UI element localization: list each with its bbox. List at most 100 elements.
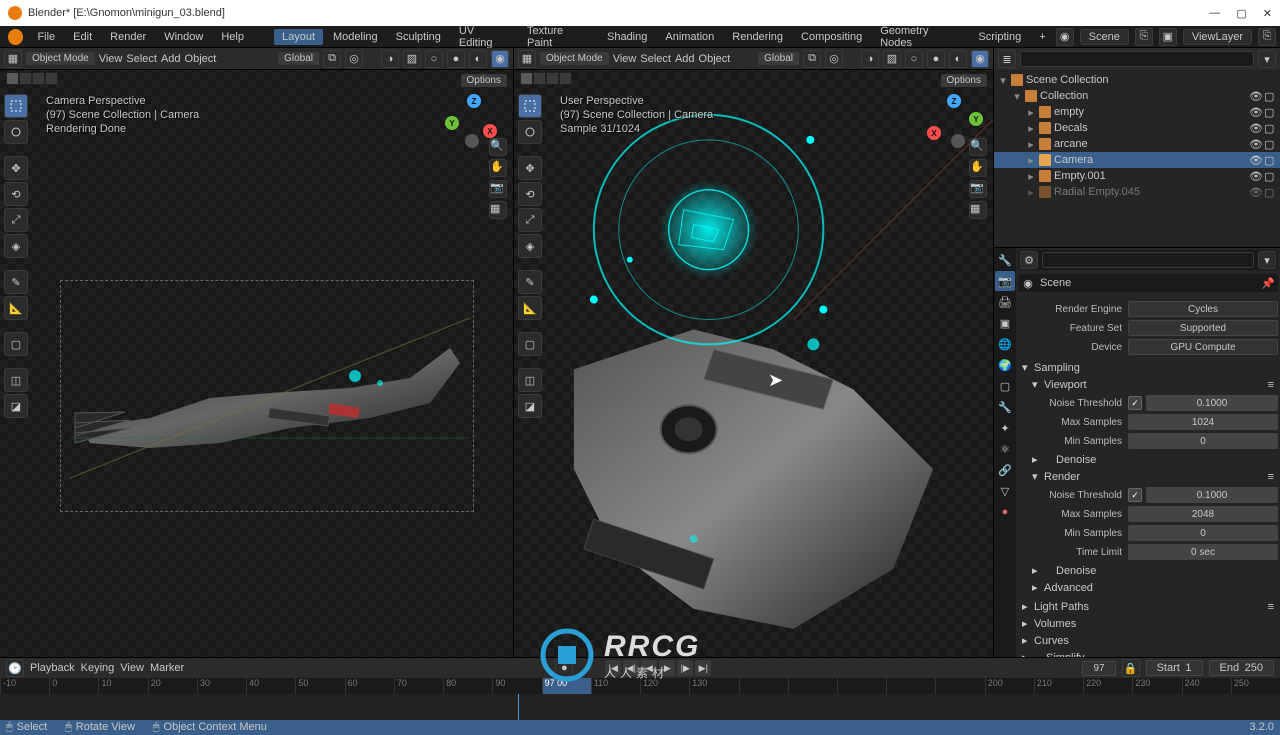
tool-annotate-r[interactable]: ✎ (518, 270, 542, 294)
mode-dropdown[interactable]: Object Mode (26, 52, 95, 65)
pin-icon[interactable]: 📌 (1260, 277, 1276, 290)
tool-scale[interactable]: ⤢ (4, 208, 28, 232)
tool-annotate[interactable]: ✎ (4, 270, 28, 294)
tab-particles[interactable]: ✦ (995, 418, 1015, 438)
timeline-tick[interactable]: 80 (443, 678, 492, 694)
tab-object[interactable]: ▢ (995, 376, 1015, 396)
timeline-tick[interactable]: 40 (246, 678, 295, 694)
timeline-tick[interactable]: 210 (1034, 678, 1083, 694)
xray-icon[interactable]: ▨ (403, 50, 421, 68)
tool-add-cube-r[interactable]: ▢ (518, 332, 542, 356)
preset-icon-lp[interactable]: ≡ (1268, 601, 1274, 613)
tab-physics[interactable]: ⚛ (995, 439, 1015, 459)
tab-render[interactable]: 📷 (995, 271, 1015, 291)
current-frame[interactable]: 97 (1082, 661, 1115, 676)
r-noise-value[interactable]: 0.1000 (1146, 487, 1278, 503)
add-workspace-button[interactable]: + (1031, 29, 1053, 45)
tool-extra2-r[interactable]: ◪ (518, 394, 542, 418)
tool-rotate-r[interactable]: ⟲ (518, 182, 542, 206)
tl-view[interactable]: View (120, 662, 144, 674)
section-vp-denoise[interactable]: ▸Denoise (1018, 451, 1278, 468)
menu-help[interactable]: Help (213, 29, 252, 45)
outliner-root[interactable]: ▾ Scene Collection (994, 72, 1280, 88)
tool-select-box-r[interactable] (518, 94, 542, 118)
tab-data[interactable]: ▽ (995, 481, 1015, 501)
vp-max-value[interactable]: 1024 (1128, 414, 1278, 430)
snap-icon[interactable]: ⧉ (323, 50, 341, 68)
timeline-tick[interactable] (739, 678, 788, 694)
outliner-search[interactable] (1020, 51, 1254, 67)
tab-tool[interactable]: 🔧 (995, 250, 1015, 270)
workspace-shading[interactable]: Shading (599, 29, 655, 45)
workspace-texture-paint[interactable]: Texture Paint (519, 23, 597, 51)
section-sampling[interactable]: ▾Sampling (1018, 359, 1278, 376)
timeline-tick[interactable]: 60 (345, 678, 394, 694)
r-max-value[interactable]: 2048 (1128, 506, 1278, 522)
filter-icon[interactable]: ▾ (1258, 50, 1276, 68)
outliner-item[interactable]: ▸arcane👁▢ (994, 136, 1280, 152)
menu-file[interactable]: File (29, 29, 63, 45)
mode-dropdown-r[interactable]: Object Mode (540, 52, 609, 65)
timeline-tick[interactable] (788, 678, 837, 694)
editor-type-icon[interactable]: ▦ (4, 50, 22, 68)
tool-extra2[interactable]: ◪ (4, 394, 28, 418)
timeline-tick[interactable]: 220 (1083, 678, 1132, 694)
tool-move[interactable]: ✥ (4, 156, 28, 180)
shading-solid-icon-r[interactable]: ● (927, 50, 945, 68)
options-dropdown-l[interactable]: Options (461, 74, 507, 87)
tab-modifiers[interactable]: 🔧 (995, 397, 1015, 417)
vh-select-r[interactable]: Select (640, 53, 671, 65)
section-volumes[interactable]: ▸Volumes (1018, 615, 1278, 632)
viewlayer-selector[interactable]: ViewLayer (1183, 29, 1252, 45)
r-noise-checkbox[interactable] (1128, 488, 1142, 502)
workspace-geometry-nodes[interactable]: Geometry Nodes (872, 23, 968, 51)
persp-toggle-icon[interactable]: ▦ (489, 201, 507, 219)
vh-select[interactable]: Select (126, 53, 157, 65)
preset-icon-r[interactable]: ≡ (1268, 471, 1274, 483)
timeline-tick[interactable]: 70 (394, 678, 443, 694)
vp-noise-value[interactable]: 0.1000 (1146, 395, 1278, 411)
maximize-icon[interactable]: ▢ (1236, 7, 1246, 20)
xray-icon-r[interactable]: ▨ (883, 50, 901, 68)
vp-min-value[interactable]: 0 (1128, 433, 1278, 449)
proportional-icon-r[interactable]: ◎ (825, 50, 843, 68)
overlays-icon-r[interactable]: ◑ (861, 50, 879, 68)
menu-edit[interactable]: Edit (65, 29, 100, 45)
workspace-animation[interactable]: Animation (657, 29, 722, 45)
prop-options-icon[interactable]: ▾ (1258, 251, 1276, 269)
zoom-icon[interactable]: 🔍 (489, 138, 507, 156)
section-simplify[interactable]: ▸Simplify (1018, 649, 1278, 657)
time-limit-value[interactable]: 0 sec (1128, 544, 1278, 560)
tab-world[interactable]: 🌍 (995, 355, 1015, 375)
timeline-tick[interactable] (935, 678, 984, 694)
outliner-item[interactable]: ▸Camera👁▢ (994, 152, 1280, 168)
vh-object-r[interactable]: Object (699, 53, 731, 65)
section-viewport[interactable]: ▾Viewport≡ (1018, 376, 1278, 393)
outliner-item[interactable]: ▸Radial Empty.045👁▢ (994, 184, 1280, 200)
shading-matprev-icon-r[interactable]: ◐ (949, 50, 967, 68)
workspace-compositing[interactable]: Compositing (793, 29, 870, 45)
tab-output[interactable]: 🖨 (995, 292, 1015, 312)
tl-playback[interactable]: Playback (30, 662, 75, 674)
workspace-rendering[interactable]: Rendering (724, 29, 791, 45)
tool-transform-r[interactable]: ◈ (518, 234, 542, 258)
timeline-tick[interactable]: 90 (492, 678, 541, 694)
timeline-editor-icon[interactable]: 🕑 (6, 659, 24, 677)
outliner-item[interactable]: ▾Collection👁▢ (994, 88, 1280, 104)
timeline-tick[interactable]: 10 (98, 678, 147, 694)
tool-move-r[interactable]: ✥ (518, 156, 542, 180)
tool-extra1[interactable]: ◫ (4, 368, 28, 392)
render-engine-dropdown[interactable]: Cycles (1128, 301, 1278, 317)
tool-select-box[interactable] (4, 94, 28, 118)
scene-context[interactable]: Scene (1036, 277, 1260, 289)
prop-editor-icon[interactable]: ⚙ (1020, 251, 1038, 269)
vh-object[interactable]: Object (185, 53, 217, 65)
scene-selector[interactable]: Scene (1080, 29, 1129, 45)
shading-solid-icon[interactable]: ● (447, 50, 465, 68)
workspace-layout[interactable]: Layout (274, 29, 323, 45)
close-icon[interactable]: ✕ (1263, 7, 1272, 20)
vh-view[interactable]: View (99, 53, 123, 65)
timeline-tick[interactable]: 250 (1231, 678, 1280, 694)
tl-keying[interactable]: Keying (81, 662, 115, 674)
timeline-tick[interactable]: 50 (295, 678, 344, 694)
